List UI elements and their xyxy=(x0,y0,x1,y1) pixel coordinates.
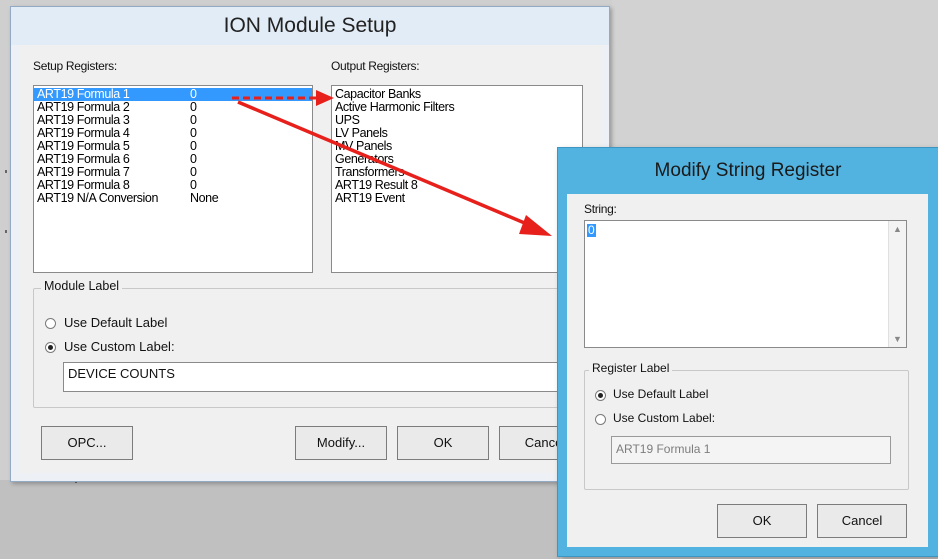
string-label: String: xyxy=(584,202,617,216)
modify-string-register-dialog: Modify String Register String: 0 ▲ ▼ Reg… xyxy=(557,147,938,557)
scroll-up-arrow-icon[interactable]: ▲ xyxy=(889,221,906,237)
scroll-down-arrow-icon[interactable]: ▼ xyxy=(889,331,906,347)
modify-dialog-body: String: 0 ▲ ▼ Register Label Use Default… xyxy=(567,194,928,547)
string-value[interactable]: 0 xyxy=(587,224,596,237)
modify-use-default-label-radio[interactable] xyxy=(595,390,606,401)
string-textarea[interactable]: 0 ▲ ▼ xyxy=(584,220,907,348)
modify-dialog-title[interactable]: Modify String Register xyxy=(558,148,938,194)
register-label-group-title: Register Label xyxy=(589,361,673,375)
modify-use-custom-label-radio[interactable] xyxy=(595,414,606,425)
modify-cancel-button[interactable]: Cancel xyxy=(817,504,907,538)
string-scrollbar[interactable]: ▲ ▼ xyxy=(888,221,906,347)
solid-arrow-line xyxy=(237,100,535,229)
solid-arrow-head xyxy=(519,215,552,236)
dashed-arrow-head xyxy=(316,90,334,106)
modify-use-default-label-text[interactable]: Use Default Label xyxy=(613,387,708,401)
modify-custom-label-input[interactable]: ART19 Formula 1 xyxy=(611,436,891,464)
modify-use-custom-label-text[interactable]: Use Custom Label: xyxy=(613,411,715,425)
modify-ok-button[interactable]: OK xyxy=(717,504,807,538)
